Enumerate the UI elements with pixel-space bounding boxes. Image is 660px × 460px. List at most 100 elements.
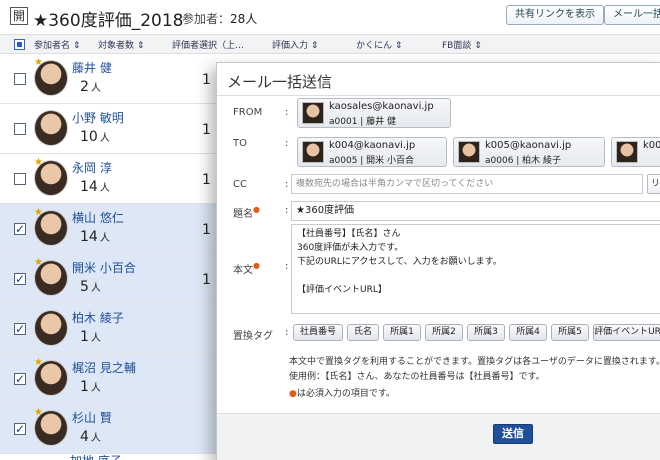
target-count: 14 人 — [80, 229, 110, 245]
col-evaluator-select[interactable]: 評価者選択（上… — [172, 38, 244, 51]
target-count-unit: 人 — [90, 433, 101, 444]
tag-dept4[interactable]: 所属4 — [509, 324, 547, 341]
row-checkbox-checked[interactable]: ✓ — [14, 323, 26, 335]
avatar — [34, 110, 68, 146]
tag-employee-number[interactable]: 社員番号 — [293, 324, 343, 341]
row-checkbox-checked[interactable]: ✓ — [14, 423, 26, 435]
col-target-count[interactable]: 対象者数 ⇕ — [98, 38, 144, 51]
to-label: TO — [233, 138, 247, 149]
col-confirm[interactable]: かくにん ⇕ — [356, 38, 402, 51]
target-count: 4人 — [80, 429, 101, 445]
col-participant-name[interactable]: 参加者名 ⇕ — [34, 38, 80, 51]
body-line — [297, 269, 660, 283]
evaluator-select-value: 1 — [202, 222, 211, 238]
target-count-value: 2 — [80, 79, 89, 95]
avatar — [302, 141, 324, 163]
dialog-title: メール一括送信 — [227, 73, 333, 91]
row-checkbox[interactable] — [14, 173, 26, 185]
cc-input[interactable]: 複数宛先の場合は半角カンマで区切ってください — [291, 174, 643, 194]
replacement-tags: 社員番号 氏名 所属1 所属2 所属3 所属4 所属5 評価イベントURL — [293, 324, 660, 342]
subject-label-text: 題名 — [233, 209, 253, 220]
sender-email: kaosales@kaonavi.jp — [329, 101, 434, 112]
page-header: 開 ★360度評価_2018 参加者：28人 共有リンクを表示 メール一括送信 — [0, 0, 660, 34]
recipient-id-name: a0005 | 開米 小百合 — [329, 156, 415, 166]
participant-name-partial[interactable]: 加地 序子 — [70, 452, 122, 460]
send-button[interactable]: 送信 — [493, 424, 533, 444]
recipient-chip[interactable]: k005@kaonavi.jp a0006 | 柏木 綾子 — [453, 137, 605, 167]
participant-name[interactable]: 小野 敏明 — [72, 109, 124, 126]
tag-dept2[interactable]: 所属2 — [425, 324, 463, 341]
row-checkbox-checked[interactable]: ✓ — [14, 273, 26, 285]
open-status-badge: 開 — [10, 7, 28, 25]
target-count-unit: 人 — [99, 233, 110, 244]
body-line: 【評価イベントURL】 — [297, 285, 387, 295]
recipient-chip[interactable]: k004@kaonavi.jp a0005 | 開米 小百合 — [297, 137, 447, 167]
page-title: ★360度評価_2018 — [33, 11, 184, 31]
participant-name[interactable]: 梶沼 見之輔 — [72, 359, 136, 376]
recipient-email: k005@kaonavi.jp — [485, 140, 572, 151]
tag-dept1[interactable]: 所属1 — [383, 324, 421, 341]
tag-dept3[interactable]: 所属3 — [467, 324, 505, 341]
select-all-checkbox[interactable] — [14, 39, 25, 50]
body-textarea[interactable]: 【社員番号】【氏名】さん 360度評価が未入力です。 下記のURLにアクセスして… — [291, 224, 660, 314]
star-icon: ★ — [34, 357, 43, 368]
colon: : — [285, 138, 289, 149]
bulk-mail-button[interactable]: メール一括送信 — [604, 5, 660, 25]
col-evaluation-input[interactable]: 評価入力 ⇕ — [272, 38, 318, 51]
tags-example-text: 使用例：【氏名】さん、あなたの社員番号は【社員番号】です。 — [289, 372, 545, 382]
participant-name[interactable]: 杉山 賢 — [72, 409, 112, 426]
row-checkbox-checked[interactable]: ✓ — [14, 373, 26, 385]
target-count-value: 14 — [80, 179, 98, 195]
share-link-button[interactable]: 共有リンクを表示 — [506, 5, 604, 25]
row-checkbox[interactable] — [14, 123, 26, 135]
participant-name[interactable]: 横山 悠仁 — [72, 209, 124, 226]
star-icon: ★ — [34, 57, 43, 68]
evaluator-select-value: 1 — [202, 72, 211, 88]
target-count-value: 10 — [80, 129, 98, 145]
target-count-value: 14 — [80, 229, 98, 245]
evaluator-select-value: 1 — [202, 272, 211, 288]
row-checkbox-checked[interactable]: ✓ — [14, 223, 26, 235]
target-count-value: 4 — [80, 429, 89, 445]
table-header: 参加者名 ⇕ 対象者数 ⇕ 評価者選択（上… 評価入力 ⇕ かくにん ⇕ FB面… — [0, 34, 660, 54]
from-sender-chip: kaosales@kaonavi.jp a0001 | 藤井 健 — [297, 98, 451, 128]
tag-event-url[interactable]: 評価イベントURL — [593, 324, 660, 341]
target-count: 1人 — [80, 379, 101, 395]
target-count: 10 人 — [80, 129, 110, 145]
avatar — [616, 141, 638, 163]
subject-input[interactable]: ★360度評価 — [291, 201, 660, 221]
participant-name[interactable]: 開米 小百合 — [72, 259, 136, 276]
target-count-unit: 人 — [90, 283, 101, 294]
body-label-text: 本文 — [233, 265, 253, 276]
divider — [217, 95, 660, 96]
col-fb-meeting[interactable]: FB面談 ⇕ — [442, 38, 482, 51]
row-checkbox[interactable] — [14, 73, 26, 85]
star-icon: ★ — [34, 157, 43, 168]
tag-dept5[interactable]: 所属5 — [551, 324, 589, 341]
avatar — [458, 141, 480, 163]
required-mark: ● — [253, 261, 260, 270]
list-button[interactable]: リスト — [647, 174, 660, 194]
participants-count: 参加者：28人 — [182, 10, 257, 27]
star-icon: ★ — [34, 407, 43, 418]
participant-name[interactable]: 柏木 綾子 — [72, 309, 124, 326]
required-note-text: は必須入力の項目です。 — [296, 389, 395, 399]
colon: : — [285, 107, 289, 118]
evaluator-select-value: 1 — [202, 172, 211, 188]
recipient-chip[interactable]: k006@kaonavi.jp — [611, 137, 660, 167]
participant-name[interactable]: 藤井 健 — [72, 59, 112, 76]
star-icon: ★ — [34, 207, 43, 218]
required-mark: ● — [253, 205, 260, 214]
participant-name[interactable]: 永岡 淳 — [72, 159, 112, 176]
avatar — [302, 102, 324, 124]
body-line: 360度評価が未入力です。 — [297, 243, 404, 253]
from-label: FROM — [233, 107, 263, 118]
target-count-unit: 人 — [99, 183, 110, 194]
tags-label: 置換タグ — [233, 331, 273, 342]
target-count-unit: 人 — [90, 83, 101, 94]
target-count-unit: 人 — [90, 333, 101, 344]
participants-label: 参加者： — [182, 12, 231, 26]
tag-name[interactable]: 氏名 — [347, 324, 379, 341]
target-count: 1人 — [80, 329, 101, 345]
dialog-footer: 送信 — [217, 413, 660, 460]
